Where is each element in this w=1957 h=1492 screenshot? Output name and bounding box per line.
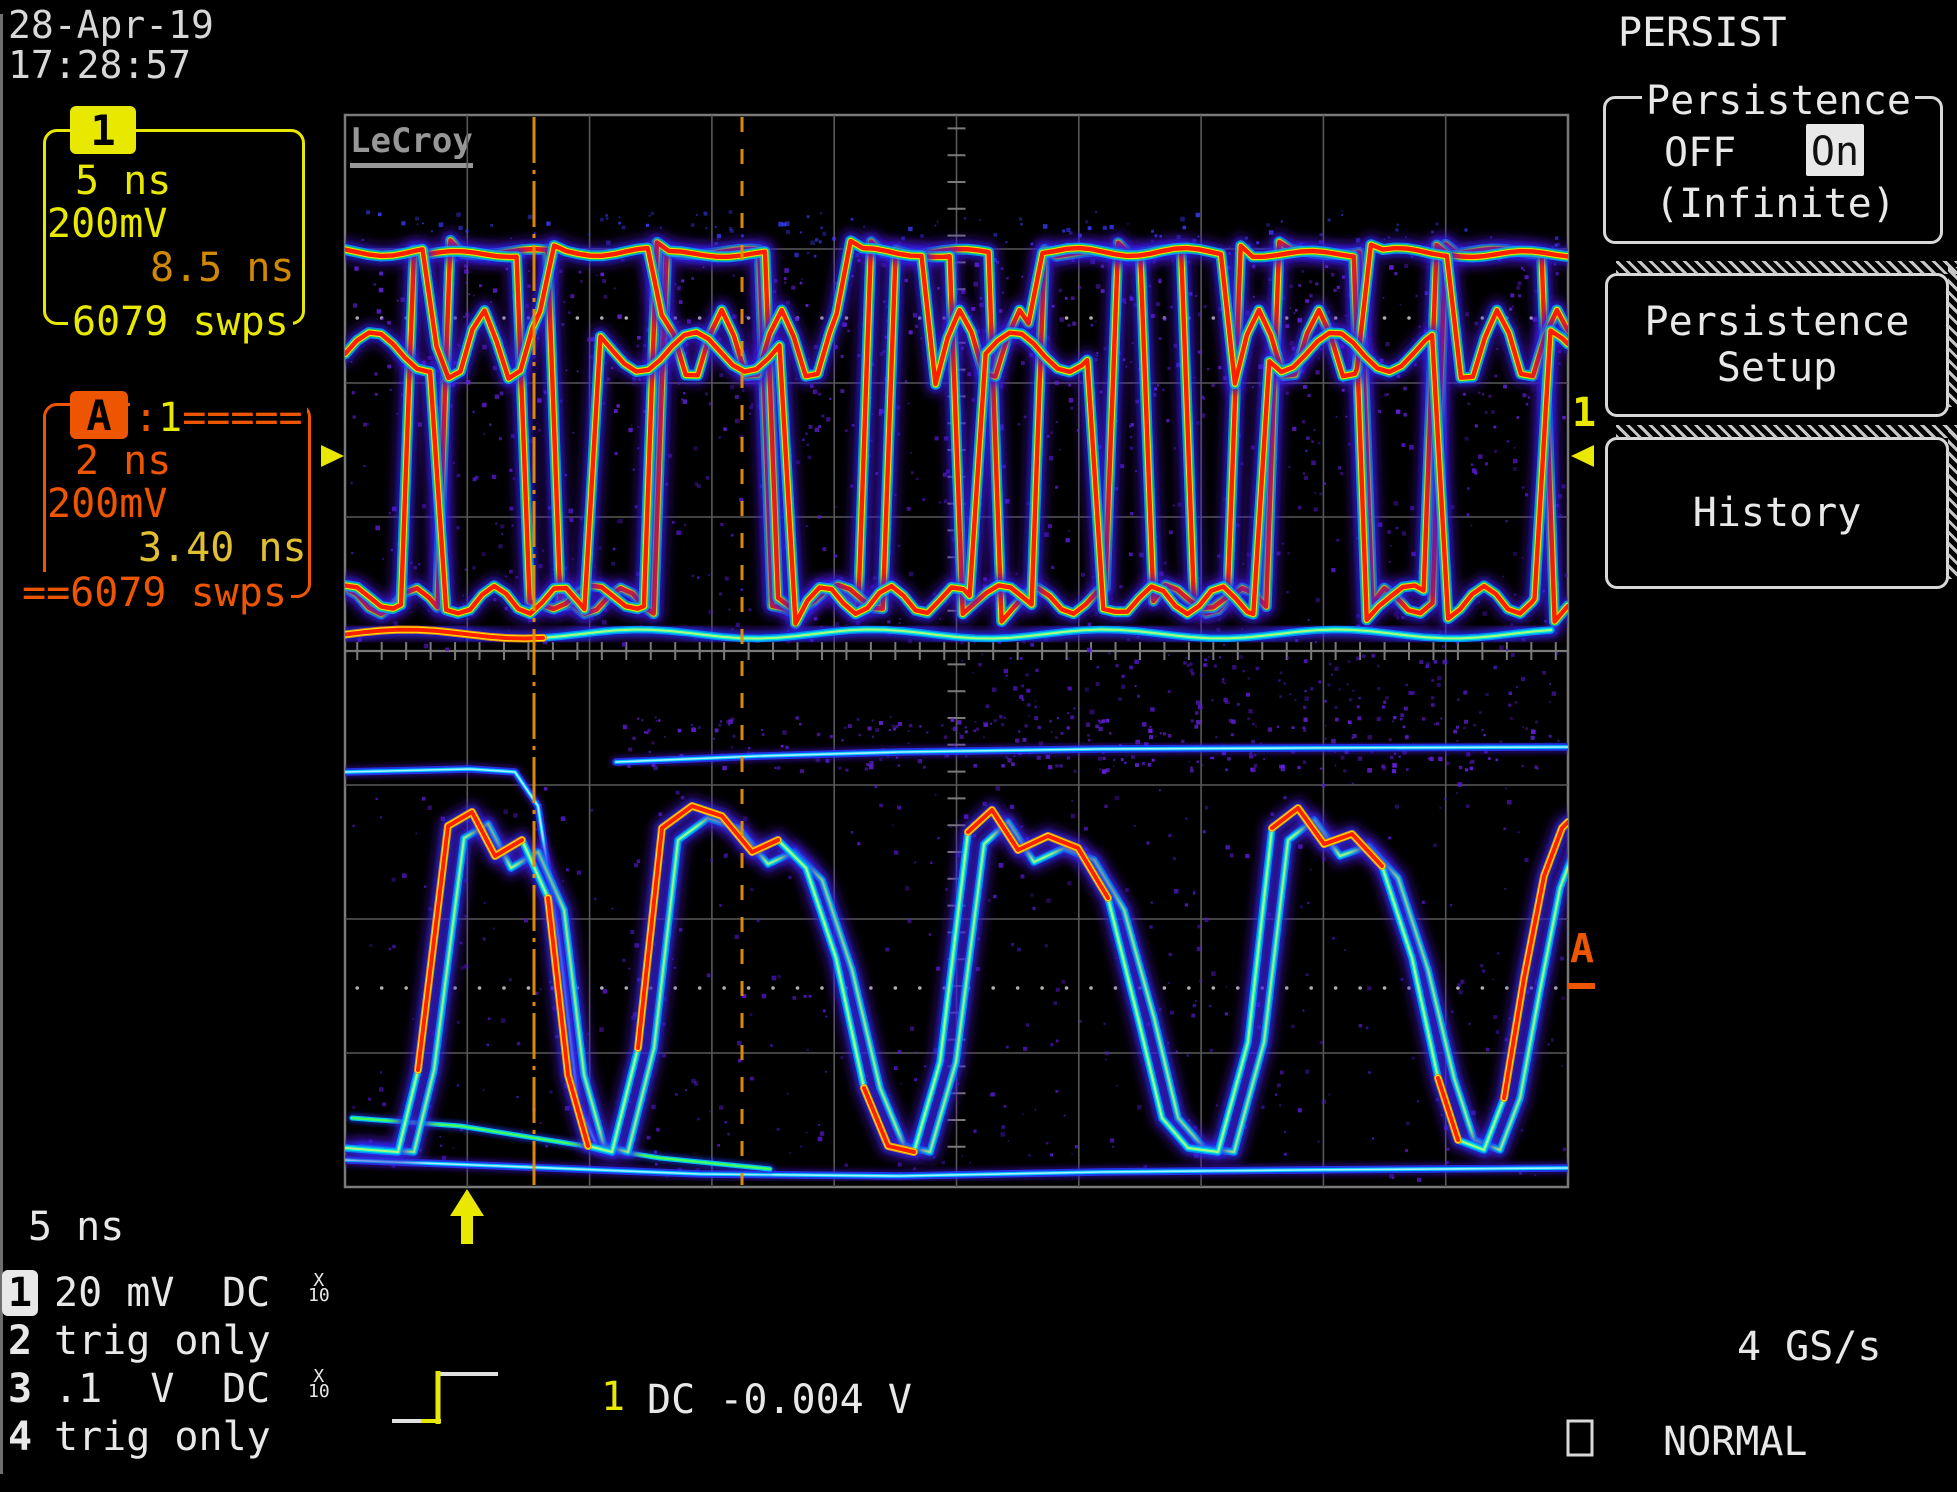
traceA-marker-underline [1567, 983, 1595, 989]
normal-mode-square-icon [1568, 1421, 1592, 1455]
trigger-level-arrow-icon [321, 445, 344, 467]
persistence-waveforms [345, 210, 1584, 1182]
oscilloscope-screen: 28-Apr-19 17:28:57 1 5 ns 200mV 8.5 ns 6… [0, 0, 1957, 1492]
trigger-position-arrow-icon [450, 1189, 484, 1216]
trace1-level-triangle-icon [1571, 445, 1594, 467]
waveform-display [0, 0, 1957, 1492]
trigger-position-arrow-shaft [461, 1214, 473, 1244]
